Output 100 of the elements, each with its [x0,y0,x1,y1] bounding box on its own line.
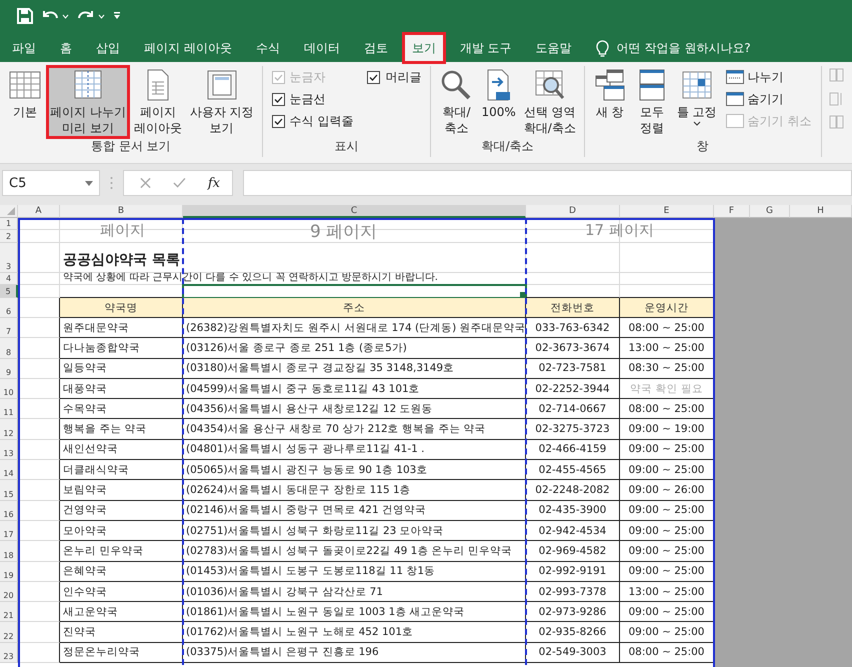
pharmacy-name-cell[interactable]: 정문온누리약국 [60,642,183,664]
hours-cell[interactable]: 09:00 ~ 25:00 [620,520,714,542]
notice-text[interactable]: 약국에 상황에 따라 근무시간이 다를 수 있으니 꼭 연락하시고 방문하시기 바랍니다. [60,273,620,285]
address-cell[interactable]: (26382)강원특별자치도 원주시 서원대로 174 (단계동) 원주대문약국 [183,318,526,338]
column-header[interactable]: D [526,205,620,218]
pharmacy-name-cell[interactable]: 새인선약국 [60,440,183,460]
row-header[interactable]: 12 [0,419,18,440]
ribbon-tab[interactable]: 개발 도구 [452,34,520,62]
sheet-cell[interactable] [18,642,60,664]
pharmacy-name-cell[interactable]: 다나눔종합약국 [60,338,183,359]
address-cell[interactable]: (02783)서울특별시 성북구 돌곶이로22길 49 1층 온누리 민우약국 [183,541,526,562]
address-cell[interactable]: (03375)서울특별시 은평구 진흥로 196 [183,642,526,664]
address-cell[interactable]: (02146)서울특별시 중랑구 면목로 421 건영약국 [183,500,526,521]
ribbon-button[interactable]: 페이지 레이아웃 [130,66,185,138]
pharmacy-name-cell[interactable]: 원주대문약국 [60,318,183,338]
phone-cell[interactable]: 02-466-4159 [526,440,620,460]
address-cell[interactable]: (04356)서울특별시 용산구 새창로12길 12 도원동 [183,399,526,420]
address-cell[interactable]: (04801)서울특별시 성동구 광나루로11길 41-1 . [183,440,526,460]
checkbox-label[interactable]: 수식 입력줄 [290,112,354,130]
ribbon-tab[interactable]: 홈 [52,34,80,62]
pharmacy-name-cell[interactable]: 더클래식약국 [60,460,183,480]
row-header[interactable]: 21 [0,602,18,622]
row-header[interactable]: 3 [0,243,18,273]
pharmacy-name-cell[interactable]: 모아약국 [60,520,183,542]
pharmacy-name-cell[interactable]: 행복을 주는 약국 [60,419,183,440]
customize-toolbar-icon[interactable] [113,12,121,20]
row-header[interactable]: 8 [0,338,18,359]
sheet-cell[interactable] [18,419,60,440]
column-heading[interactable]: 운영시간 [620,298,714,318]
phone-cell[interactable]: 02-942-4534 [526,520,620,542]
hours-cell[interactable]: 09:00 ~ 25:00 [620,541,714,562]
hours-cell[interactable]: 09:00 ~ 19:00 [620,419,714,440]
row-header[interactable]: 19 [0,562,18,582]
address-cell[interactable]: (04599)서울특별시 중구 동호로11길 43 101호 [183,378,526,400]
ribbon-button[interactable]: 새 창 [590,66,630,138]
checkbox[interactable] [367,70,380,84]
sheet-cell[interactable] [18,562,60,582]
phone-cell[interactable]: 02-3673-3674 [526,338,620,359]
phone-cell[interactable]: 02-3275-3723 [526,419,620,440]
ribbon-button[interactable]: 확대/ 축소 [436,66,476,138]
sheet-cell[interactable] [18,318,60,338]
tell-me-search[interactable]: 어떤 작업을 원하시나요? [616,40,751,56]
sheet-cell[interactable] [18,582,60,602]
sheet-cell[interactable] [18,602,60,622]
pharmacy-name-cell[interactable]: 새고운약국 [60,602,183,622]
insert-function-button[interactable]: fx [208,176,220,190]
hours-cell[interactable]: 09:00 ~ 25:00 [620,500,714,521]
ribbon-tab[interactable]: 데이터 [296,34,348,62]
sheet-cell[interactable] [18,338,60,359]
row-header[interactable]: 7 [0,318,18,338]
row-header[interactable]: 1 [0,218,18,230]
checkbox-label[interactable]: 머리글 [385,68,422,86]
hours-cell[interactable]: 08:30 ~ 25:00 [620,358,714,379]
pharmacy-name-cell[interactable]: 진약국 [60,622,183,643]
phone-cell[interactable]: 02-2248-2082 [526,480,620,501]
ribbon-button[interactable]: 페이지 나누기 미리 보기 [47,66,129,138]
address-cell[interactable]: (05065)서울특별시 광진구 능동로 90 1층 103호 [183,460,526,480]
row-header[interactable]: 6 [0,298,18,318]
ribbon-small-button[interactable]: 나누기 [726,66,812,88]
address-cell[interactable]: (03126)서울 종로구 종로 251 1층 (종로5가) [183,338,526,359]
column-header[interactable]: G [750,205,790,218]
column-heading[interactable]: 주소 [183,298,526,318]
ribbon-tab[interactable]: 삽입 [88,34,128,62]
address-cell[interactable]: (02751)서울특별시 성북구 화랑로11길 23 모아약국 [183,520,526,542]
ribbon-button[interactable]: 틀 고정 [674,66,720,138]
phone-cell[interactable]: 02-993-7378 [526,582,620,602]
phone-cell[interactable]: 02-723-7581 [526,358,620,379]
ribbon-tab[interactable]: 수식 [248,34,288,62]
lightbulb-icon[interactable] [596,40,609,56]
address-cell[interactable]: (01762)서울특별시 노원구 노해로 452 101호 [183,622,526,643]
column-heading[interactable]: 전화번호 [526,298,620,318]
hours-cell[interactable]: 09:00 ~ 25:00 [620,622,714,643]
row-header[interactable]: 23 [0,642,18,664]
phone-cell[interactable]: 033-763-6342 [526,318,620,338]
phone-cell[interactable]: 02-969-4582 [526,541,620,562]
phone-cell[interactable]: 02-2252-3944 [526,378,620,400]
check-icon[interactable] [173,177,186,189]
formula-input[interactable] [243,170,852,196]
column-header[interactable]: C [183,205,526,218]
row-header[interactable]: 16 [0,500,18,521]
address-cell[interactable]: (04354)서울 용산구 새창로 70 상가 212호 행복을 주는 약국 [183,419,526,440]
column-header[interactable]: F [714,205,750,218]
sheet-cell[interactable] [18,378,60,400]
sheet-cell[interactable] [18,480,60,501]
hours-cell[interactable]: 13:00 ~ 25:00 [620,582,714,602]
row-header[interactable]: 18 [0,541,18,562]
save-icon[interactable] [17,8,33,24]
sheet-cell[interactable] [18,460,60,480]
sheet-cell[interactable] [18,520,60,542]
fill-handle[interactable] [520,292,525,297]
caret-icon[interactable] [62,14,69,18]
row-header[interactable]: 2 [0,230,18,243]
sheet-cell[interactable] [18,541,60,562]
ribbon-button[interactable]: 선택 영역 확대/축소 [520,66,579,138]
address-cell[interactable]: (01036)서울특별시 강북구 삼각산로 71 [183,582,526,602]
row-header[interactable]: 13 [0,440,18,460]
ribbon-tab[interactable]: 도움말 [528,34,580,62]
ribbon-button[interactable]: 기본 [5,66,45,138]
phone-cell[interactable]: 02-455-4565 [526,460,620,480]
hours-cell[interactable]: 13:00 ~ 25:00 [620,338,714,359]
